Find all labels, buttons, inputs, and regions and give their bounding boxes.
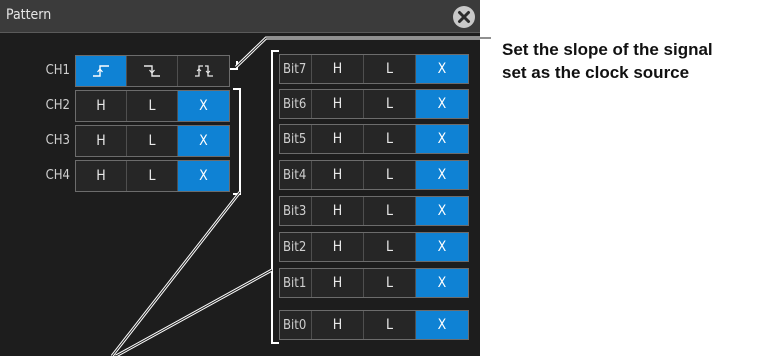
ch2-label: CH2	[45, 98, 70, 113]
ch3-low-button[interactable]: L	[127, 126, 178, 156]
bit5-low-button[interactable]: L	[364, 125, 416, 153]
both-edges-button[interactable]	[178, 56, 229, 86]
ch3-label: CH3	[45, 133, 70, 148]
bit5-label: Bit5	[280, 125, 312, 153]
bit3-low-button[interactable]: L	[364, 197, 416, 225]
ch4-high-button[interactable]: H	[76, 161, 127, 191]
bit4-low-button[interactable]: L	[364, 161, 416, 189]
bit6-low-button[interactable]: L	[364, 90, 416, 118]
bit5-row: Bit5 H L X	[279, 124, 469, 154]
bit7-label: Bit7	[280, 55, 312, 83]
rising-edge-button[interactable]	[76, 56, 127, 86]
ch2-dontcare-button[interactable]: X	[178, 91, 229, 121]
ch4-label: CH4	[45, 168, 70, 183]
bit1-low-button[interactable]: L	[364, 269, 416, 297]
callout-line-1: Set the slope of the signal	[502, 40, 713, 59]
rising-edge-icon	[93, 65, 109, 77]
bit2-dontcare-button[interactable]: X	[416, 233, 468, 261]
callout-line-2: set as the clock source	[502, 63, 690, 82]
close-icon[interactable]	[453, 6, 475, 28]
bit4-label: Bit4	[280, 161, 312, 189]
bit4-row: Bit4 H L X	[279, 160, 469, 190]
bit3-label: Bit3	[280, 197, 312, 225]
bit0-high-button[interactable]: H	[312, 311, 364, 339]
bit6-dontcare-button[interactable]: X	[416, 90, 468, 118]
ch3-high-button[interactable]: H	[76, 126, 127, 156]
bit6-label: Bit6	[280, 90, 312, 118]
ch2-high-button[interactable]: H	[76, 91, 127, 121]
bit7-dontcare-button[interactable]: X	[416, 55, 468, 83]
bit2-low-button[interactable]: L	[364, 233, 416, 261]
ch-group-bracket	[233, 88, 241, 195]
bit6-high-button[interactable]: H	[312, 90, 364, 118]
bit1-high-button[interactable]: H	[312, 269, 364, 297]
ch4-pattern-group: H L X	[75, 160, 230, 192]
bit2-high-button[interactable]: H	[312, 233, 364, 261]
bit2-row: Bit2 H L X	[279, 232, 469, 262]
ch4-dontcare-button[interactable]: X	[178, 161, 229, 191]
falling-edge-icon	[144, 65, 160, 77]
bit3-row: Bit3 H L X	[279, 196, 469, 226]
falling-edge-button[interactable]	[127, 56, 178, 86]
bit7-row: Bit7 H L X	[279, 54, 469, 84]
ch2-pattern-group: H L X	[75, 90, 230, 122]
bit0-low-button[interactable]: L	[364, 311, 416, 339]
ch4-low-button[interactable]: L	[127, 161, 178, 191]
ch1-label: CH1	[45, 63, 70, 78]
bit1-row: Bit1 H L X	[279, 268, 469, 298]
bit7-low-button[interactable]: L	[364, 55, 416, 83]
ch3-dontcare-button[interactable]: X	[178, 126, 229, 156]
ch2-low-button[interactable]: L	[127, 91, 178, 121]
bit7-high-button[interactable]: H	[312, 55, 364, 83]
bit1-dontcare-button[interactable]: X	[416, 269, 468, 297]
bit0-row: Bit0 H L X	[279, 310, 469, 340]
bit4-dontcare-button[interactable]: X	[416, 161, 468, 189]
dialog-title: Pattern	[6, 7, 52, 23]
bit3-high-button[interactable]: H	[312, 197, 364, 225]
bit1-label: Bit1	[280, 269, 312, 297]
ch1-slope-group	[75, 55, 230, 87]
bit4-high-button[interactable]: H	[312, 161, 364, 189]
ch3-pattern-group: H L X	[75, 125, 230, 157]
dialog-title-bar: Pattern	[0, 0, 480, 33]
bit3-dontcare-button[interactable]: X	[416, 197, 468, 225]
bit0-label: Bit0	[280, 311, 312, 339]
bit5-high-button[interactable]: H	[312, 125, 364, 153]
bit5-dontcare-button[interactable]: X	[416, 125, 468, 153]
bit-group-bracket	[271, 50, 279, 344]
bit2-label: Bit2	[280, 233, 312, 261]
slope-callout-text: Set the slope of the signal set as the c…	[502, 38, 713, 84]
both-edges-icon	[194, 65, 213, 77]
bit0-dontcare-button[interactable]: X	[416, 311, 468, 339]
ch1-callout-bracket	[230, 61, 238, 70]
bit6-row: Bit6 H L X	[279, 89, 469, 119]
